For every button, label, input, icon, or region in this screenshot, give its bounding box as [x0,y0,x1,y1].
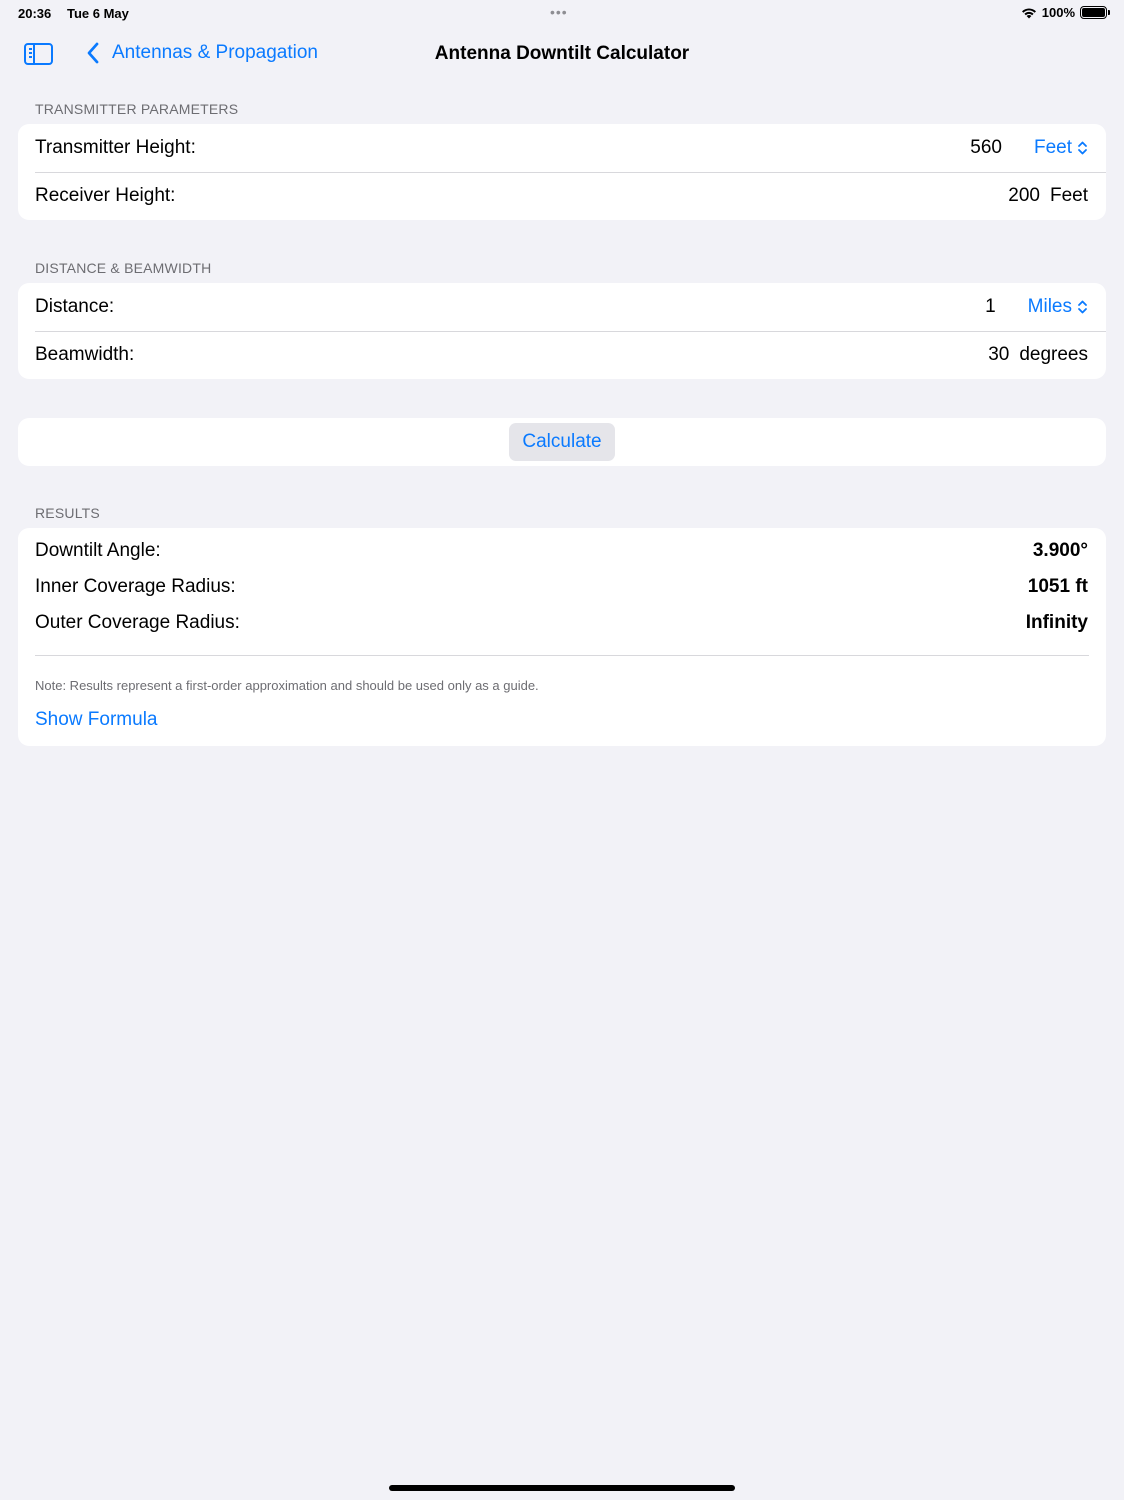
inner-radius-row: Inner Coverage Radius: 1051 ft [18,569,1106,605]
downtilt-angle-row: Downtilt Angle: 3.900° [18,533,1106,569]
transmitter-card: Transmitter Height: 560 Feet Receiver He… [18,124,1106,220]
beamwidth-unit: degrees [1019,344,1088,365]
distance-row: Distance: 1 Miles [18,283,1106,331]
transmitter-height-unit-picker[interactable]: Feet [1034,137,1088,159]
transmitter-height-row: Transmitter Height: 560 Feet [18,124,1106,172]
distance-unit: Miles [1027,296,1072,317]
outer-radius-row: Outer Coverage Radius: Infinity [18,605,1106,641]
receiver-height-input[interactable]: 200 [1008,185,1040,207]
section-header-results: RESULTS [35,505,100,521]
battery-icon [1080,6,1110,19]
chevron-up-down-icon [1078,141,1087,155]
chevron-up-down-icon [1078,300,1087,314]
beamwidth-input[interactable]: 30 [988,344,1009,366]
distance-unit-picker[interactable]: Miles [1028,296,1088,318]
beamwidth-row: Beamwidth: 30 degrees [18,331,1106,379]
home-indicator[interactable] [389,1485,735,1491]
section-header-distance: DISTANCE & BEAMWIDTH [35,260,212,276]
calculate-card: Calculate [18,418,1106,466]
status-indicators: 100% [1021,5,1110,20]
downtilt-angle-value: 3.900° [1032,540,1088,561]
outer-radius-label: Outer Coverage Radius: [35,612,240,633]
receiver-height-unit: Feet [1049,185,1088,206]
multitasking-dots-icon[interactable]: ••• [550,4,568,20]
inner-radius-label: Inner Coverage Radius: [35,576,236,597]
back-button-label: Antennas & Propagation [112,42,318,63]
chevron-left-icon [87,42,99,64]
beamwidth-label: Beamwidth: [35,344,135,365]
distance-card: Distance: 1 Miles Beamwidth: 30 degrees [18,283,1106,379]
outer-radius-value: Infinity [1025,612,1088,633]
status-bar: 20:36 Tue 6 May ••• 100% [0,0,1124,26]
status-time: 20:36 [18,6,52,21]
calculate-button[interactable]: Calculate [509,423,615,461]
approximation-note: Note: Results represent a first-order ap… [35,678,539,693]
distance-label: Distance: [35,296,115,317]
distance-input[interactable]: 1 [985,296,996,318]
inner-radius-value: 1051 ft [1027,576,1088,597]
transmitter-height-input[interactable]: 560 [970,137,1002,159]
battery-percent: 100% [1041,5,1075,20]
wifi-icon [1021,7,1036,18]
status-date: Tue 6 May [67,6,129,21]
receiver-height-row: Receiver Height: 200 Feet [18,172,1106,220]
back-button[interactable]: Antennas & Propagation [86,42,318,64]
transmitter-height-label: Transmitter Height: [35,137,196,158]
downtilt-angle-label: Downtilt Angle: [35,540,161,561]
section-header-transmitter: TRANSMITTER PARAMETERS [35,101,239,117]
receiver-height-label: Receiver Height: [35,185,176,206]
transmitter-height-unit: Feet [1033,137,1072,158]
navigation-bar: Antenna Downtilt Calculator Antennas & P… [0,30,1124,78]
results-card: Downtilt Angle: 3.900° Inner Coverage Ra… [18,528,1106,746]
show-formula-link[interactable]: Show Formula [18,693,1106,731]
